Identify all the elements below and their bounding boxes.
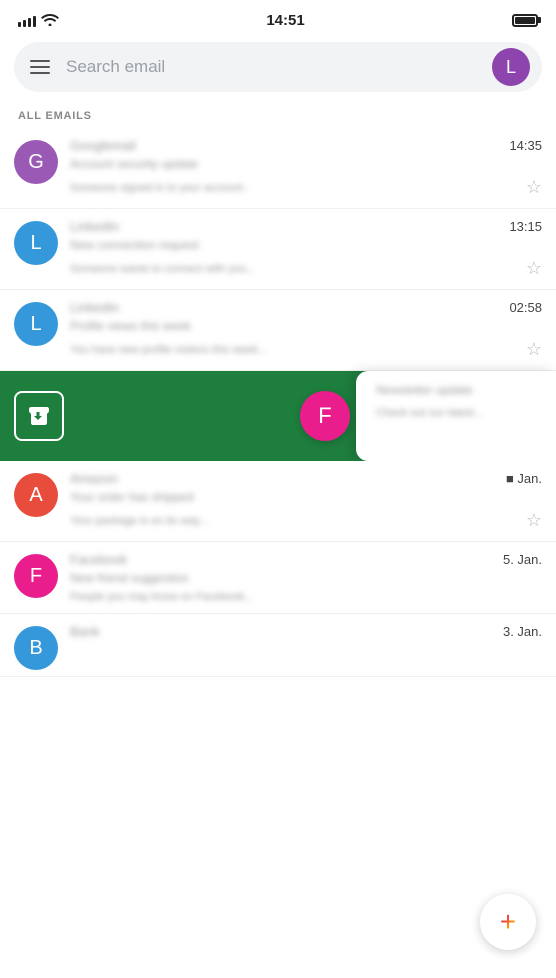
compose-plus-icon: + — [500, 908, 516, 936]
email-time: 13:15 — [509, 219, 542, 234]
email-sender: Googlemail — [70, 138, 136, 153]
email-preview: You have new profile visitors this week.… — [70, 344, 267, 356]
avatar: A — [14, 473, 58, 517]
email-content: LinkedIn 02:58 Profile views this week Y… — [70, 300, 542, 360]
email-preview: Your package is on its way... — [70, 515, 208, 527]
section-label: ALL EMAILS — [0, 102, 556, 128]
email-sender: LinkedIn — [70, 219, 119, 234]
list-item[interactable]: G Googlemail 14:35 Account security upda… — [0, 128, 556, 209]
email-preview: Someone signed in to your account.. — [70, 182, 249, 194]
archived-item: F Newsletter update Check out our latest… — [0, 371, 556, 461]
star-icon[interactable]: ☆ — [526, 177, 542, 198]
email-content: LinkedIn 13:15 New connection request So… — [70, 219, 542, 279]
avatar: F — [14, 554, 58, 598]
floating-avatar: F — [300, 391, 350, 441]
email-subject: New connection request — [70, 238, 199, 252]
avatar: G — [14, 140, 58, 184]
star-icon[interactable]: ☆ — [526, 258, 542, 279]
battery-icon — [512, 14, 538, 27]
status-time: 14:51 — [266, 12, 304, 29]
email-subject: Your order has shipped — [70, 490, 194, 504]
partial-email-content: Newsletter update Check out our latest..… — [376, 381, 542, 421]
email-subject: Account security update — [70, 157, 198, 171]
signal-bars-icon — [18, 13, 36, 27]
search-bar[interactable]: Search email L — [14, 42, 542, 92]
list-item[interactable]: L LinkedIn 13:15 New connection request … — [0, 209, 556, 290]
email-content: Facebook 5. Jan. New friend suggestion P… — [70, 552, 542, 603]
archive-icon — [14, 391, 64, 441]
status-left — [18, 12, 59, 29]
list-item[interactable]: B Bank 3. Jan. — [0, 614, 556, 677]
hamburger-menu-icon[interactable] — [26, 56, 54, 78]
partial-email-preview: Check out our latest... — [376, 407, 483, 419]
user-avatar[interactable]: L — [492, 48, 530, 86]
list-item[interactable]: F Facebook 5. Jan. New friend suggestion… — [0, 542, 556, 614]
email-time: 3. Jan. — [503, 624, 542, 639]
compose-fab-button[interactable]: + — [480, 894, 536, 950]
star-icon[interactable]: ☆ — [526, 339, 542, 360]
email-sender: Amazon — [70, 471, 118, 486]
email-content: Amazon ■ Jan. Your order has shipped You… — [70, 471, 542, 531]
list-item[interactable]: L LinkedIn 02:58 Profile views this week… — [0, 290, 556, 371]
email-sender: LinkedIn — [70, 300, 119, 315]
avatar: L — [14, 221, 58, 265]
avatar: B — [14, 626, 58, 670]
email-time: 14:35 — [509, 138, 542, 153]
email-preview: People you may know on Facebook... — [70, 591, 253, 603]
email-list: G Googlemail 14:35 Account security upda… — [0, 128, 556, 677]
wifi-icon — [41, 12, 59, 29]
email-sender: Bank — [70, 624, 100, 639]
email-subject: Profile views this week — [70, 319, 191, 333]
partial-email-card: Newsletter update Check out our latest..… — [356, 371, 556, 461]
status-bar: 14:51 — [0, 0, 556, 36]
list-item[interactable]: A Amazon ■ Jan. Your order has shipped Y… — [0, 461, 556, 542]
email-sender: Facebook — [70, 552, 127, 567]
email-subject: New friend suggestion — [70, 571, 189, 585]
email-preview: Someone wants to connect with you... — [70, 263, 255, 275]
avatar: L — [14, 302, 58, 346]
email-time: 02:58 — [509, 300, 542, 315]
email-content: Googlemail 14:35 Account security update… — [70, 138, 542, 198]
email-time: 5. Jan. — [503, 552, 542, 567]
email-content: Bank 3. Jan. — [70, 624, 542, 641]
star-icon[interactable]: ☆ — [526, 510, 542, 531]
search-input[interactable]: Search email — [66, 57, 480, 77]
email-time: ■ Jan. — [506, 471, 542, 486]
partial-email-subject: Newsletter update — [376, 383, 473, 397]
